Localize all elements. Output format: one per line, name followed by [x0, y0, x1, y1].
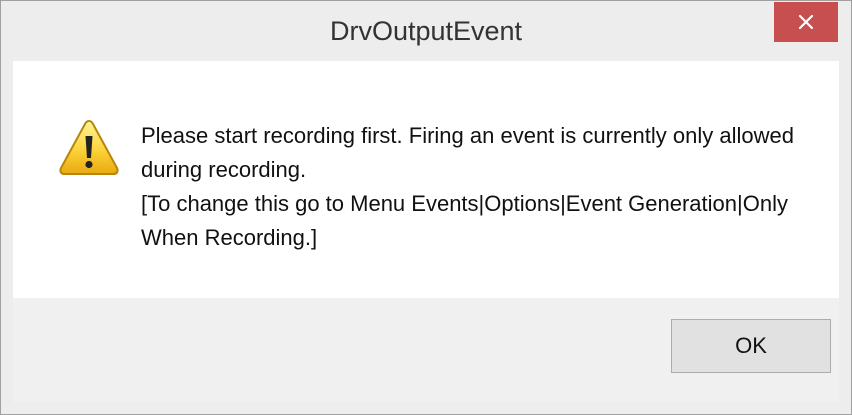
close-icon	[798, 14, 814, 30]
title-bar[interactable]: DrvOutputEvent	[1, 1, 851, 61]
message-text: Please start recording first. Firing an …	[141, 119, 821, 255]
dialog-window: DrvOutputEvent Please start recording fi…	[0, 0, 852, 415]
window-bottom-border	[1, 402, 851, 414]
message-line-2: [To change this go to Menu Events|Option…	[141, 191, 788, 250]
ok-button[interactable]: OK	[671, 319, 831, 373]
message-line-1: Please start recording first. Firing an …	[141, 123, 794, 182]
button-bar: OK	[13, 298, 839, 402]
close-button[interactable]	[774, 2, 838, 42]
window-title: DrvOutputEvent	[329, 16, 523, 46]
warning-icon	[59, 119, 119, 175]
message-area: Please start recording first. Firing an …	[13, 61, 839, 298]
